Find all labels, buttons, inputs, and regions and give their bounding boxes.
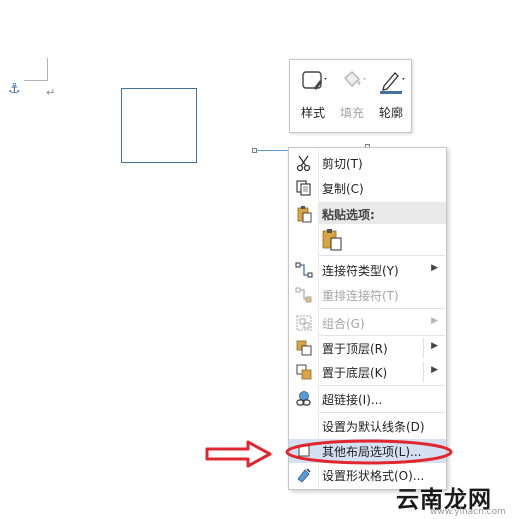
reroute-connector-icon — [295, 287, 312, 303]
menu-item-connector-type-label: 连接符类型(Y) — [322, 264, 399, 278]
fill-button[interactable]: 填充 — [333, 66, 371, 124]
menu-item-connector-type[interactable]: 连接符类型(Y) ▶ — [289, 258, 446, 282]
pen-outline-icon — [380, 72, 405, 94]
submenu-arrow-icon: ▶ — [431, 263, 438, 273]
menu-item-set-default-line-label: 设置为默认线条(D) — [322, 420, 425, 434]
menu-separator — [319, 308, 445, 309]
menu-item-group-label: 组合(G) — [322, 317, 365, 331]
paste-keep-source-button[interactable] — [320, 227, 346, 253]
style-label: 样式 — [300, 106, 325, 120]
paint-bucket-icon — [344, 71, 366, 87]
outline-button[interactable]: 轮廓 — [372, 66, 410, 124]
group-icon — [296, 315, 312, 331]
menu-item-cut-label: 剪切(T) — [322, 157, 363, 171]
menu-separator — [319, 255, 445, 256]
submenu-arrow-icon: ▶ — [431, 365, 438, 375]
menu-item-reroute-label: 重排连接符(T) — [322, 289, 399, 303]
red-arrow-annotation — [205, 440, 272, 468]
menu-item-group[interactable]: 组合(G) ▶ — [289, 311, 446, 335]
menu-item-hyperlink-label: 超链接(I)... — [322, 393, 383, 407]
split-divider — [423, 362, 424, 382]
submenu-arrow-icon: ▶ — [431, 341, 438, 351]
menu-item-send-to-back-label: 置于底层(K) — [322, 366, 388, 380]
outline-label: 轮廓 — [378, 106, 403, 120]
rectangle-shape[interactable] — [121, 88, 197, 163]
shape-style-icon — [302, 71, 327, 90]
menu-item-reroute-connectors[interactable]: 重排连接符(T) — [289, 283, 446, 307]
menu-item-copy[interactable]: 复制(C) — [289, 176, 446, 200]
paste-options-header: 粘贴选项: — [319, 202, 446, 224]
scissors-icon — [296, 155, 311, 172]
fill-label: 填充 — [339, 106, 364, 120]
mini-toolbar: 样式 填充 轮廓 — [289, 59, 412, 133]
anchor-icon: ⚓ — [8, 81, 21, 97]
watermark-url: www.ylnacn.com — [430, 507, 506, 517]
red-oval-annotation — [285, 439, 453, 465]
copy-icon — [296, 180, 311, 196]
split-divider — [423, 338, 424, 358]
menu-separator — [319, 385, 445, 386]
menu-separator — [319, 412, 445, 413]
menu-item-hyperlink[interactable]: 超链接(I)... — [289, 387, 446, 411]
margin-corner-mark-vertical — [47, 58, 48, 81]
bring-to-front-icon — [296, 340, 312, 356]
submenu-arrow-icon: ▶ — [431, 316, 438, 326]
menu-item-copy-label: 复制(C) — [322, 182, 364, 196]
style-button[interactable]: 样式 — [294, 66, 332, 124]
menu-item-bring-to-front-label: 置于顶层(R) — [322, 342, 388, 356]
send-to-back-icon — [296, 364, 312, 380]
clipboard-icon — [297, 206, 312, 223]
hyperlink-icon — [296, 391, 311, 406]
selection-handle[interactable] — [252, 148, 257, 153]
margin-corner-mark — [24, 80, 48, 81]
paste-options-header-label: 粘贴选项: — [322, 208, 375, 222]
connector-type-icon — [295, 262, 313, 278]
paste-clipboard-icon — [322, 229, 342, 251]
menu-item-set-default-line[interactable]: 设置为默认线条(D) — [289, 414, 446, 438]
menu-item-send-to-back[interactable]: 置于底层(K) ▶ — [289, 360, 446, 384]
paragraph-mark-icon: ↵ — [46, 86, 56, 99]
menu-item-bring-to-front[interactable]: 置于顶层(R) ▶ — [289, 336, 446, 360]
menu-item-cut[interactable]: 剪切(T) — [289, 151, 446, 175]
format-shape-icon — [297, 468, 311, 483]
